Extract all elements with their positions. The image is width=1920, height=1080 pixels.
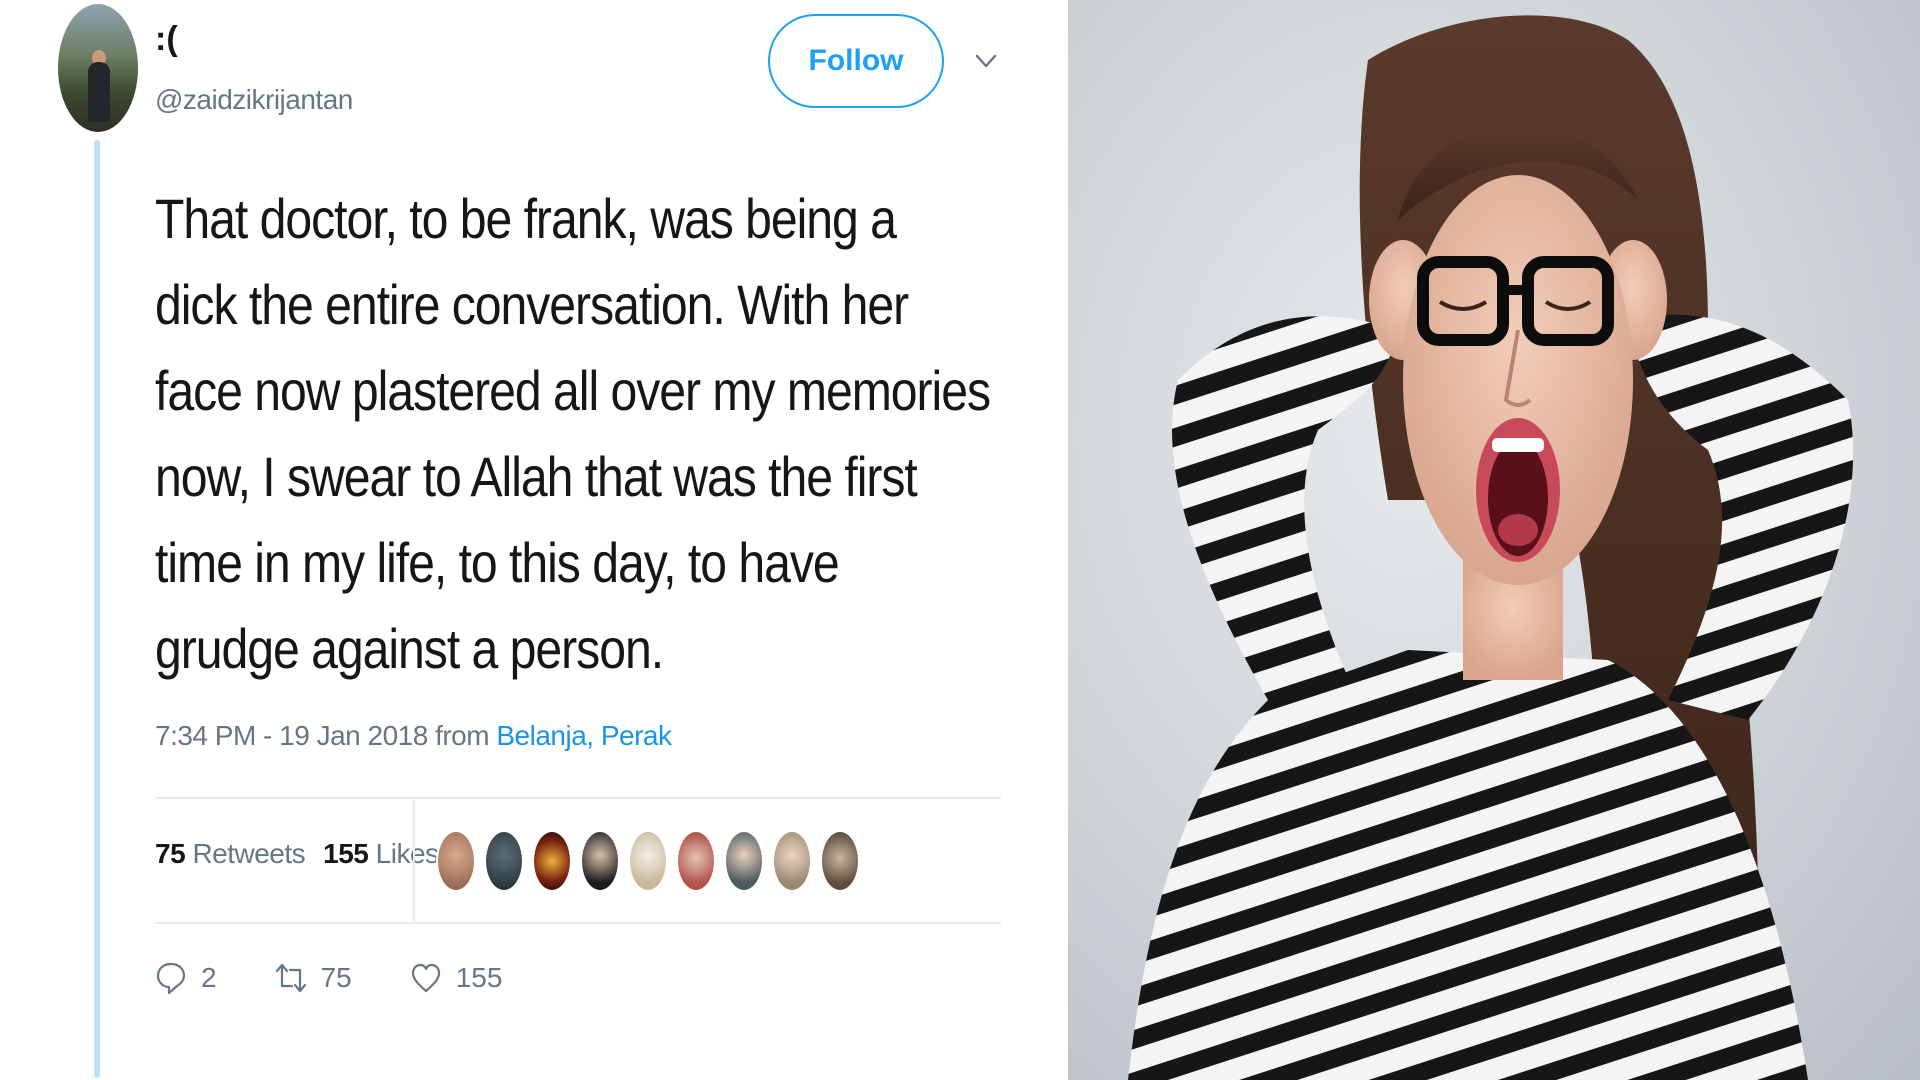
divider: [155, 797, 1001, 799]
likers-avatars: [436, 830, 868, 892]
retweet-button[interactable]: 75: [275, 960, 352, 996]
user-handle[interactable]: @zaidzikrijantan: [155, 84, 353, 116]
tweet-text-line: time in my life, to this day, to have: [155, 531, 840, 594]
retweet-count: 75: [320, 962, 352, 993]
retweets-label: Retweets: [192, 838, 306, 869]
likes-count: 155: [323, 838, 369, 869]
tweet-text-line: grudge against a person.: [155, 617, 664, 680]
liker-avatar[interactable]: [772, 830, 812, 892]
tweet-actions: 2 75 155: [155, 960, 560, 996]
liker-avatar[interactable]: [532, 830, 572, 892]
follow-button[interactable]: Follow: [768, 14, 944, 108]
location-link[interactable]: Belanja, Perak: [496, 720, 672, 751]
likes-stat[interactable]: 155 Likes: [323, 838, 439, 870]
tweet-text-line: face now plastered all over my memories: [155, 359, 991, 422]
display-name[interactable]: :(: [155, 20, 178, 59]
liker-avatar[interactable]: [436, 830, 476, 892]
like-button[interactable]: 155: [410, 960, 503, 996]
retweets-stat[interactable]: 75 Retweets: [155, 838, 306, 870]
heart-icon: [411, 963, 440, 993]
likes-label: Likes: [375, 838, 439, 869]
tweet-text-line: now, I swear to Allah that was the first: [155, 445, 918, 508]
reply-count: 2: [201, 962, 217, 993]
reply-icon: [156, 962, 186, 995]
stats-divider: [413, 800, 415, 922]
avatar-figure: [88, 62, 110, 122]
reply-button[interactable]: 2: [155, 960, 217, 996]
liker-avatar[interactable]: [820, 830, 860, 892]
avatar[interactable]: [58, 4, 138, 132]
liker-avatar[interactable]: [676, 830, 716, 892]
liker-avatar[interactable]: [580, 830, 620, 892]
liker-avatar[interactable]: [628, 830, 668, 892]
tweet-text-line: That doctor, to be frank, was being a: [155, 187, 897, 250]
retweet-icon: [275, 963, 306, 993]
tweet-text-line: dick the entire conversation. With her: [155, 273, 909, 336]
liker-avatar[interactable]: [484, 830, 524, 892]
screaming-woman-photo: [1128, 15, 1854, 1080]
liker-avatar[interactable]: [724, 830, 764, 892]
retweets-count: 75: [155, 838, 186, 869]
timestamp[interactable]: 7:34 PM - 19 Jan 2018 from: [155, 720, 490, 751]
chevron-down-icon[interactable]: [974, 52, 998, 70]
thread-line: [94, 140, 100, 1078]
divider: [155, 922, 1001, 924]
photo-panel: [1068, 0, 1920, 1080]
like-count: 155: [455, 962, 503, 993]
tweet-card: :( @zaidzikrijantan Follow That doctor, …: [0, 0, 1068, 1080]
tweet-meta: 7:34 PM - 19 Jan 2018 from Belanja, Pera…: [155, 720, 672, 752]
tweet-text: That doctor, to be frank, was being a di…: [155, 176, 991, 692]
tweet-stats: 75 Retweets 155 Likes: [155, 838, 439, 870]
